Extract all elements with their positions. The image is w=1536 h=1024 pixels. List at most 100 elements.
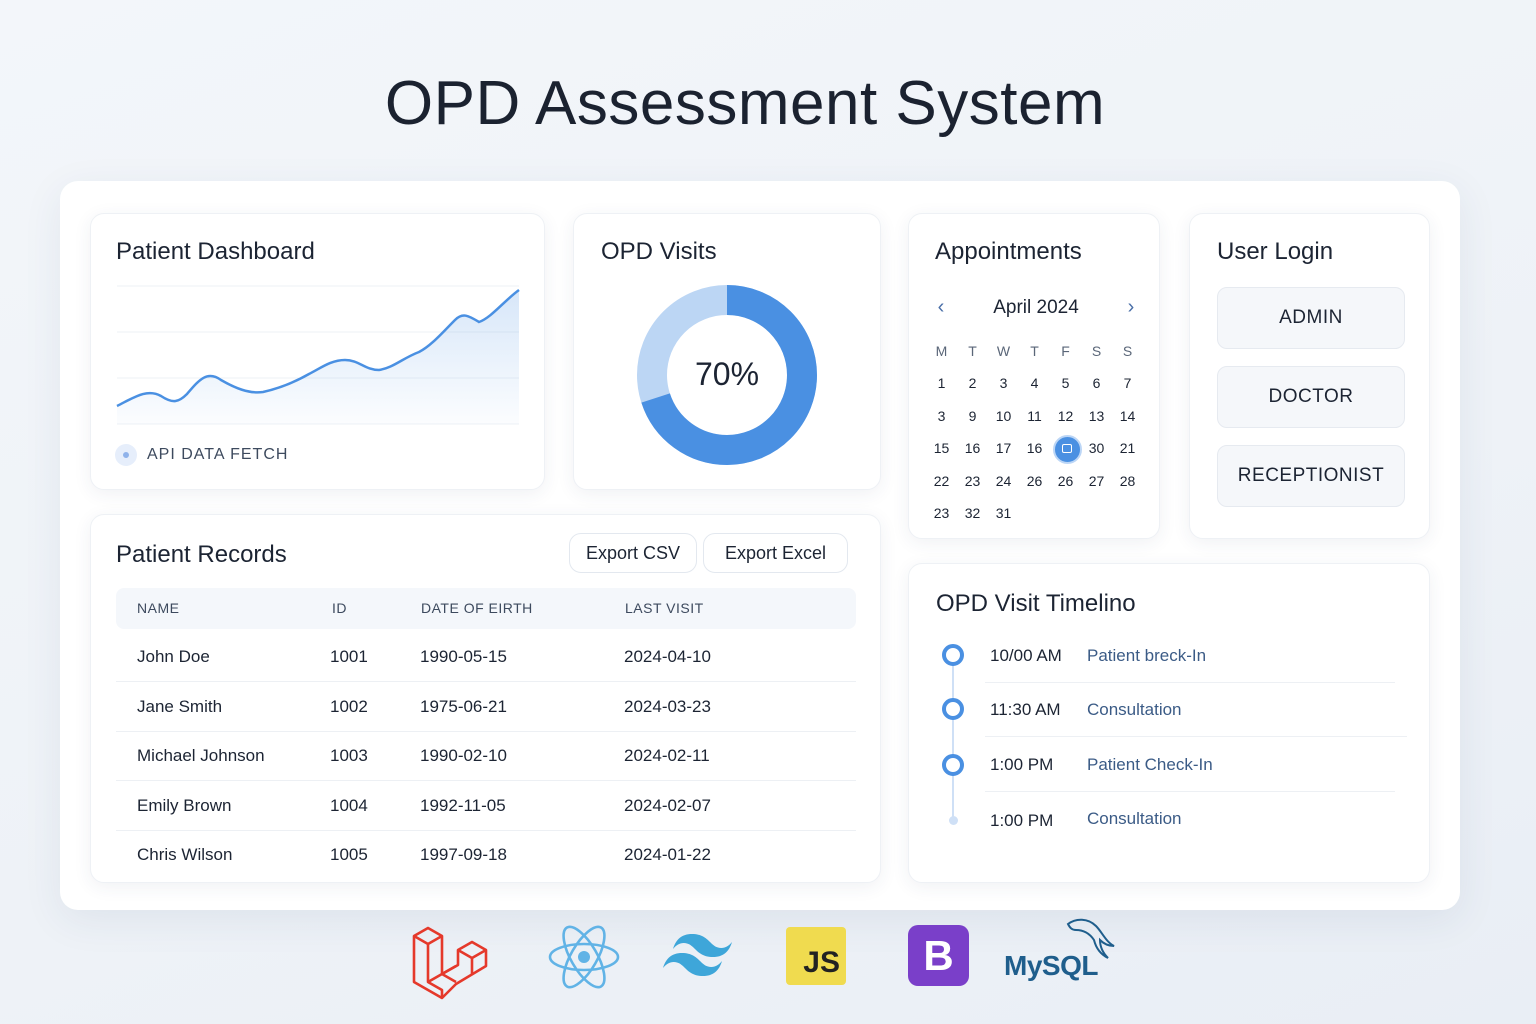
calendar-day-empty [1050,497,1081,530]
table-cell: 1005 [330,845,368,864]
patient-records-title: Patient Records [116,541,287,568]
table-cell: 1004 [330,795,368,815]
calendar-day[interactable]: 21 [1112,432,1143,465]
calendar-day[interactable]: 17 [988,432,1019,465]
calendar-day[interactable]: 14 [1112,400,1143,433]
table-cell: Jane Smith [137,696,223,716]
timeline-time: 1:00 PM [990,755,1054,774]
mysql-icon-text: MySQL [1004,950,1098,981]
opd-visits-title: OPD Visits [601,238,717,265]
table-row[interactable]: Jane Smith 1002 1975-06-21 2024-03-23 [116,683,856,732]
timeline-divider [985,682,1395,683]
timeline-divider [985,736,1407,737]
calendar-day[interactable]: 13 [1081,400,1112,433]
table-cell: 2024-01-22 [624,845,711,864]
calendar-day-empty [1112,497,1143,530]
column-header-dob[interactable]: DATE OF EIRTH [421,600,533,616]
calendar-day[interactable]: 26 [1019,465,1050,498]
table-cell: 1001 [330,647,368,666]
calendar-day[interactable]: 26 [1050,465,1081,498]
table-cell: 2024-02-07 [624,795,711,815]
calendar-day[interactable]: 5 [1050,367,1081,400]
table-row[interactable]: Chris Wilson 1005 1997-09-18 2024-01-22 [116,831,856,880]
weekday-label: S [1091,342,1102,359]
export-excel-button[interactable]: Export Excel [703,533,849,573]
table-row[interactable]: Emily Brown 1004 1992-11-05 2024-02-07 [116,782,856,831]
appointments-card: Appointments ‹ April 2024 › MTWTFSS12345… [908,213,1160,539]
calendar-month: April 2024 [993,296,1079,318]
table-cell: 1002 [330,696,368,716]
column-header-last-visit[interactable]: LAST VISIT [625,600,704,616]
dashboard-line-chart [116,285,520,425]
calendar-day[interactable]: 12 [1050,400,1081,433]
doctor-login-button[interactable]: DOCTOR [1217,366,1405,428]
timeline-event: Patient breck-In [1087,646,1207,665]
chevron-left-icon[interactable]: ‹ [931,296,951,319]
calendar-day[interactable]: 23 [957,465,988,498]
api-data-fetch-indicator: API DATA FETCH [115,444,288,466]
calendar-day-empty [1019,497,1050,530]
table-cell: John Doe [137,647,210,666]
timeline-time: 11:30 AM [990,700,1061,719]
opd-visits-percent: 70% [694,356,760,392]
calendar-day[interactable]: 27 [1081,465,1112,498]
timeline-event: Consultation [1087,809,1182,828]
javascript-icon: JS [786,927,846,985]
timeline-event: Patient Check-In [1087,755,1213,774]
user-login-title: User Login [1217,238,1334,265]
calendar-day[interactable]: 23 [926,497,957,530]
timeline-time: 10/00 AM [990,646,1062,665]
chevron-right-icon[interactable]: › [1121,296,1141,319]
calendar-day[interactable]: 16 [1019,432,1050,465]
table-cell: 1975-06-21 [420,696,507,716]
table-cell: 2024-04-10 [624,647,711,666]
admin-login-button[interactable]: ADMIN [1217,287,1405,349]
timeline-connector [952,656,954,821]
table-cell: 1990-05-15 [420,647,507,666]
timeline-node-icon [942,644,964,666]
calendar-day[interactable]: 30 [1081,432,1112,465]
calendar-day[interactable]: 24 [988,465,1019,498]
opd-visits-card: OPD Visits 70% [573,213,881,490]
table-cell: 1997-09-18 [420,845,507,864]
calendar-day[interactable]: 22 [926,465,957,498]
column-header-name[interactable]: NAME [137,600,179,616]
calendar-day[interactable]: 2 [957,367,988,400]
calendar-day[interactable]: 32 [957,497,988,530]
calendar-day[interactable]: 6 [1081,367,1112,400]
timeline-time: 1:00 PM [990,811,1054,830]
weekday-label: S [1122,342,1133,359]
calendar-day[interactable]: 7 [1112,367,1143,400]
table-cell: 2024-02-11 [624,746,710,765]
export-csv-button[interactable]: Export CSV [569,533,698,573]
receptionist-login-button[interactable]: RECEPTIONIST [1217,445,1405,507]
calendar-day[interactable]: 9 [957,400,988,433]
api-data-fetch-label: API DATA FETCH [147,446,289,463]
calendar-day[interactable]: 10 [988,400,1019,433]
calendar-day[interactable]: 11 [1019,400,1050,433]
calendar-day[interactable]: 15 [926,432,957,465]
calendar-header: ‹ April 2024 › [931,296,1141,319]
timeline-event: Consultation [1087,700,1182,719]
calendar-day[interactable]: 28 [1112,465,1143,498]
javascript-icon-text: JS [803,946,840,979]
calendar-day[interactable]: 3 [926,400,957,433]
calendar-day[interactable]: 1 [926,367,957,400]
calendar-day-selected[interactable] [1050,432,1082,465]
page-title: OPD Assessment System [384,69,1106,138]
timeline-node-icon [942,754,964,776]
table-cell: 1990-02-10 [420,746,507,765]
calendar-day[interactable]: 4 [1019,367,1050,400]
table-cell: Chris Wilson [137,845,233,864]
calendar-day[interactable]: 16 [957,432,988,465]
table-cell: 1992-11-05 [420,795,506,815]
column-header-id[interactable]: ID [332,600,347,616]
patient-dashboard-title: Patient Dashboard [116,238,315,265]
appointments-title: Appointments [935,238,1082,265]
react-icon [548,925,620,989]
table-row[interactable]: Michael Johnson 1003 1990-02-10 2024-02-11 [116,732,856,781]
timeline-title: OPD Visit Timelino [936,590,1136,617]
calendar-day[interactable]: 3 [988,367,1019,400]
calendar-day[interactable]: 31 [988,497,1019,530]
table-row[interactable]: John Doe 1001 1990-05-15 2024-04-10 [116,633,856,682]
